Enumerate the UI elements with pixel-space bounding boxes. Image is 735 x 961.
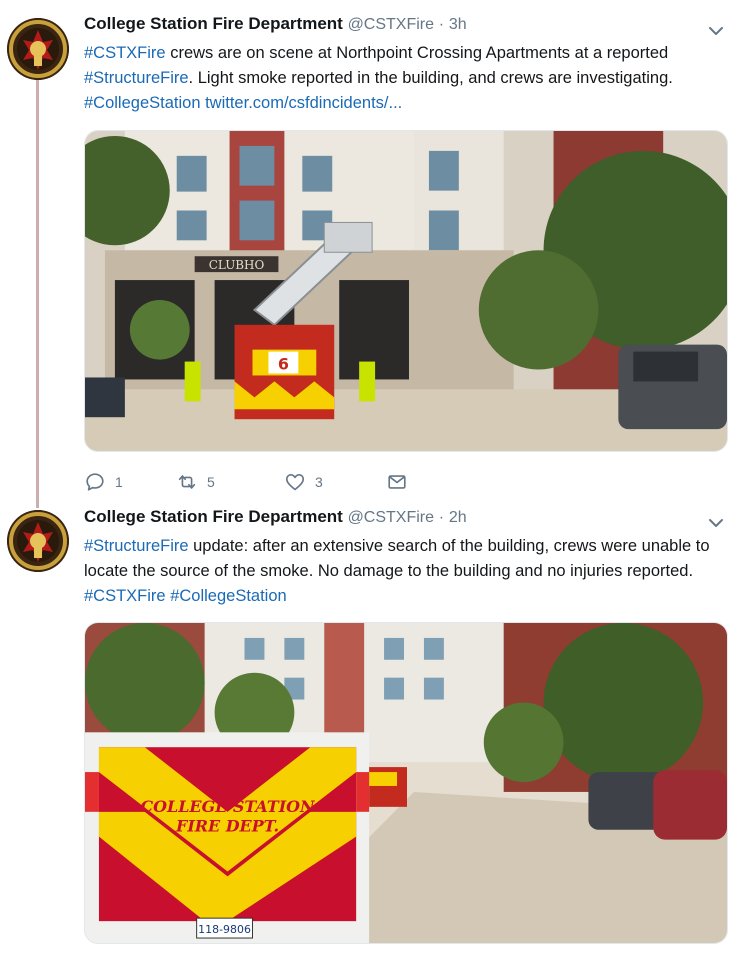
tweet-text-part: . Light smoke reported in the building, … (188, 69, 673, 87)
tweet-actions: 1 5 3 (84, 470, 408, 494)
chevron-down-icon[interactable] (707, 22, 725, 40)
tweet-header: College Station Fire Department @CSTXFir… (84, 14, 467, 34)
timestamp[interactable]: 2h (449, 509, 467, 526)
tweet-link[interactable]: twitter.com/csfdincidents/... (205, 94, 402, 112)
heart-icon (285, 474, 305, 491)
fire-department-logo-icon (7, 510, 69, 572)
fire-department-logo-icon (7, 18, 69, 80)
avatar[interactable] (7, 510, 69, 572)
hashtag-structurefire[interactable]: #StructureFire (84, 537, 189, 555)
reply-icon (86, 473, 104, 491)
timestamp[interactable]: 3h (449, 16, 467, 33)
thread-connector-line (36, 80, 39, 508)
retweet-button[interactable]: 5 (176, 471, 284, 493)
like-button[interactable]: 3 (284, 471, 386, 493)
retweet-icon (178, 475, 196, 489)
separator-dot: · (438, 509, 445, 526)
author-name[interactable]: College Station Fire Department (84, 14, 343, 33)
author-handle[interactable]: @CSTXFire (348, 509, 434, 526)
like-count: 3 (315, 474, 323, 490)
envelope-icon (388, 475, 406, 489)
building-sign: CLUBHO (209, 258, 265, 272)
truck-number: 6 (278, 355, 289, 374)
chevron-down-icon[interactable] (707, 514, 725, 532)
hashtag-cstxfire[interactable]: #CSTXFire (84, 44, 166, 62)
separator-dot: · (438, 16, 445, 33)
license-plate: 118-9806 (198, 923, 251, 936)
author-handle[interactable]: @CSTXFire (348, 16, 434, 33)
hashtag-collegestation[interactable]: #CollegeStation (84, 94, 201, 112)
hashtag-structurefire[interactable]: #StructureFire (84, 69, 189, 87)
retweet-count: 5 (207, 474, 215, 490)
reply-count: 1 (115, 474, 123, 490)
truck-department-type: FIRE DEPT. (175, 817, 279, 836)
tweet-photo-ladder-truck[interactable]: CLUBHO 6 (84, 130, 728, 452)
direct-message-button[interactable] (386, 471, 408, 493)
avatar[interactable] (7, 18, 69, 80)
tweet-photo-fire-truck-rear[interactable]: COLLEGE STATION FIRE DEPT. 118-9806 (84, 622, 728, 944)
tweet-text: #CSTXFire crews are on scene at Northpoi… (84, 41, 724, 116)
tweet-text-part: crews are on scene at Northpoint Crossin… (165, 44, 669, 62)
hashtag-collegestation[interactable]: #CollegeStation (170, 587, 287, 605)
author-name[interactable]: College Station Fire Department (84, 507, 343, 526)
hashtag-cstxfire[interactable]: #CSTXFire (84, 587, 166, 605)
reply-button[interactable]: 1 (84, 471, 176, 493)
tweet-text: #StructureFire update: after an extensiv… (84, 534, 724, 609)
tweet-header: College Station Fire Department @CSTXFir… (84, 507, 467, 527)
truck-department-name: COLLEGE STATION (140, 797, 316, 816)
